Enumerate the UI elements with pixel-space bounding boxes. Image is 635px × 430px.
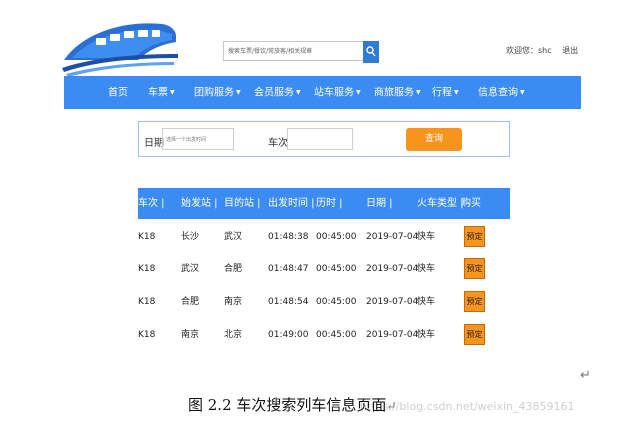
column-header: 火车类型 | bbox=[417, 198, 464, 209]
greeting-text: 欢迎您：shc bbox=[506, 46, 552, 55]
cell-to: 合肥 bbox=[224, 264, 243, 274]
book-button[interactable]: 预定 bbox=[464, 258, 485, 279]
book-button[interactable]: 预定 bbox=[464, 291, 485, 312]
cell-train: K18 bbox=[138, 330, 156, 340]
cell-date: 2019-07-04 bbox=[366, 232, 419, 242]
search-box: 搜索车票/餐饮/常旅客/相关规章 bbox=[223, 41, 379, 63]
chevron-down-icon: ▼ bbox=[356, 89, 361, 96]
table-row: K18 合肥 南京 01:48:54 00:45:00 2019-07-04 快… bbox=[138, 286, 510, 318]
chevron-down-icon: ▼ bbox=[170, 89, 175, 96]
train-number-input[interactable] bbox=[287, 128, 353, 150]
cell-from: 武汉 bbox=[181, 264, 200, 274]
nav-item-itinerary[interactable]: 行程 ▼ bbox=[432, 76, 459, 109]
results-table-header: 车次 | 始发站 | 目的站 | 出发时间 | 历时 | 日期 | 火车类型 |… bbox=[138, 188, 510, 219]
column-header: 出发时间 | bbox=[268, 198, 315, 209]
cell-duration: 00:45:00 bbox=[316, 297, 357, 307]
cell-depart: 01:48:38 bbox=[268, 232, 309, 242]
table-row: K18 武汉 合肥 01:48:47 00:45:00 2019-07-04 快… bbox=[138, 253, 510, 285]
cell-duration: 00:45:00 bbox=[316, 330, 357, 340]
date-label: 日期 bbox=[144, 138, 164, 149]
book-button[interactable]: 预定 bbox=[464, 226, 485, 247]
column-header: 车次 | bbox=[138, 198, 165, 209]
column-header: 历时 | bbox=[316, 198, 343, 209]
cell-train: K18 bbox=[138, 264, 156, 274]
cell-depart: 01:49:00 bbox=[268, 330, 309, 340]
chevron-down-icon: ▼ bbox=[520, 89, 525, 96]
cell-type: 快车 bbox=[417, 264, 436, 274]
main-nav: 首页 车票 ▼ 团购服务 ▼ 会员服务 ▼ 站车服务 ▼ 商旅服务 ▼ 行程 ▼ 信息查询 ▼ bbox=[64, 76, 581, 109]
nav-item-group-buy[interactable]: 团购服务 ▼ bbox=[194, 76, 241, 109]
nav-item-station-service[interactable]: 站车服务 ▼ bbox=[314, 76, 361, 109]
chevron-down-icon: ▼ bbox=[296, 89, 301, 96]
user-bar: 欢迎您：shc 退出 bbox=[506, 45, 578, 56]
cell-from: 南京 bbox=[181, 330, 200, 340]
cell-duration: 00:45:00 bbox=[316, 264, 357, 274]
nav-item-info-query[interactable]: 信息查询 ▼ bbox=[478, 76, 525, 109]
cell-type: 快车 bbox=[417, 297, 436, 307]
cell-depart: 01:48:47 bbox=[268, 264, 309, 274]
table-row: K18 南京 北京 01:49:00 00:45:00 2019-07-04 快… bbox=[138, 319, 510, 351]
train-search-panel: 日期 选择一个出发时间 车次 查询 bbox=[138, 121, 510, 157]
table-row: K18 长沙 武汉 01:48:38 00:45:00 2019-07-04 快… bbox=[138, 221, 510, 253]
figure-caption: 图 2.2 车次搜索列车信息页面↵ bbox=[188, 396, 397, 414]
query-button[interactable]: 查询 bbox=[406, 128, 462, 151]
nav-item-business-travel[interactable]: 商旅服务 ▼ bbox=[374, 76, 421, 109]
cell-to: 武汉 bbox=[224, 232, 243, 242]
book-button[interactable]: 预定 bbox=[464, 324, 485, 345]
cell-to: 南京 bbox=[224, 297, 243, 307]
train-number-label: 车次 bbox=[268, 138, 288, 149]
cell-train: K18 bbox=[138, 297, 156, 307]
search-icon bbox=[366, 46, 376, 57]
nav-item-home[interactable]: 首页 bbox=[108, 76, 130, 109]
date-input[interactable]: 选择一个出发时间 bbox=[162, 128, 234, 150]
cell-type: 快车 bbox=[417, 232, 436, 242]
cell-date: 2019-07-04 bbox=[366, 297, 419, 307]
column-header: 目的站 | bbox=[224, 198, 261, 209]
cell-date: 2019-07-04 bbox=[366, 330, 419, 340]
nav-item-tickets[interactable]: 车票 ▼ bbox=[148, 76, 175, 109]
search-button[interactable] bbox=[363, 41, 379, 63]
cell-date: 2019-07-04 bbox=[366, 264, 419, 274]
chevron-down-icon: ▼ bbox=[236, 89, 241, 96]
column-header: 始发站 | bbox=[181, 198, 218, 209]
cell-to: 北京 bbox=[224, 330, 243, 340]
search-input[interactable]: 搜索车票/餐饮/常旅客/相关规章 bbox=[223, 41, 363, 61]
cell-duration: 00:45:00 bbox=[316, 232, 357, 242]
chevron-down-icon: ▼ bbox=[416, 89, 421, 96]
cell-from: 合肥 bbox=[181, 297, 200, 307]
cell-type: 快车 bbox=[417, 330, 436, 340]
cell-depart: 01:48:54 bbox=[268, 297, 309, 307]
cell-from: 长沙 bbox=[181, 232, 200, 242]
column-header: 日期 | bbox=[366, 198, 393, 209]
chevron-down-icon: ▼ bbox=[454, 89, 459, 96]
column-header: 购买 bbox=[461, 198, 481, 209]
nav-item-member[interactable]: 会员服务 ▼ bbox=[254, 76, 301, 109]
paragraph-mark: ↵ bbox=[580, 368, 591, 383]
train-logo-icon bbox=[62, 14, 178, 80]
cell-train: K18 bbox=[138, 232, 156, 242]
logout-link[interactable]: 退出 bbox=[562, 46, 578, 55]
